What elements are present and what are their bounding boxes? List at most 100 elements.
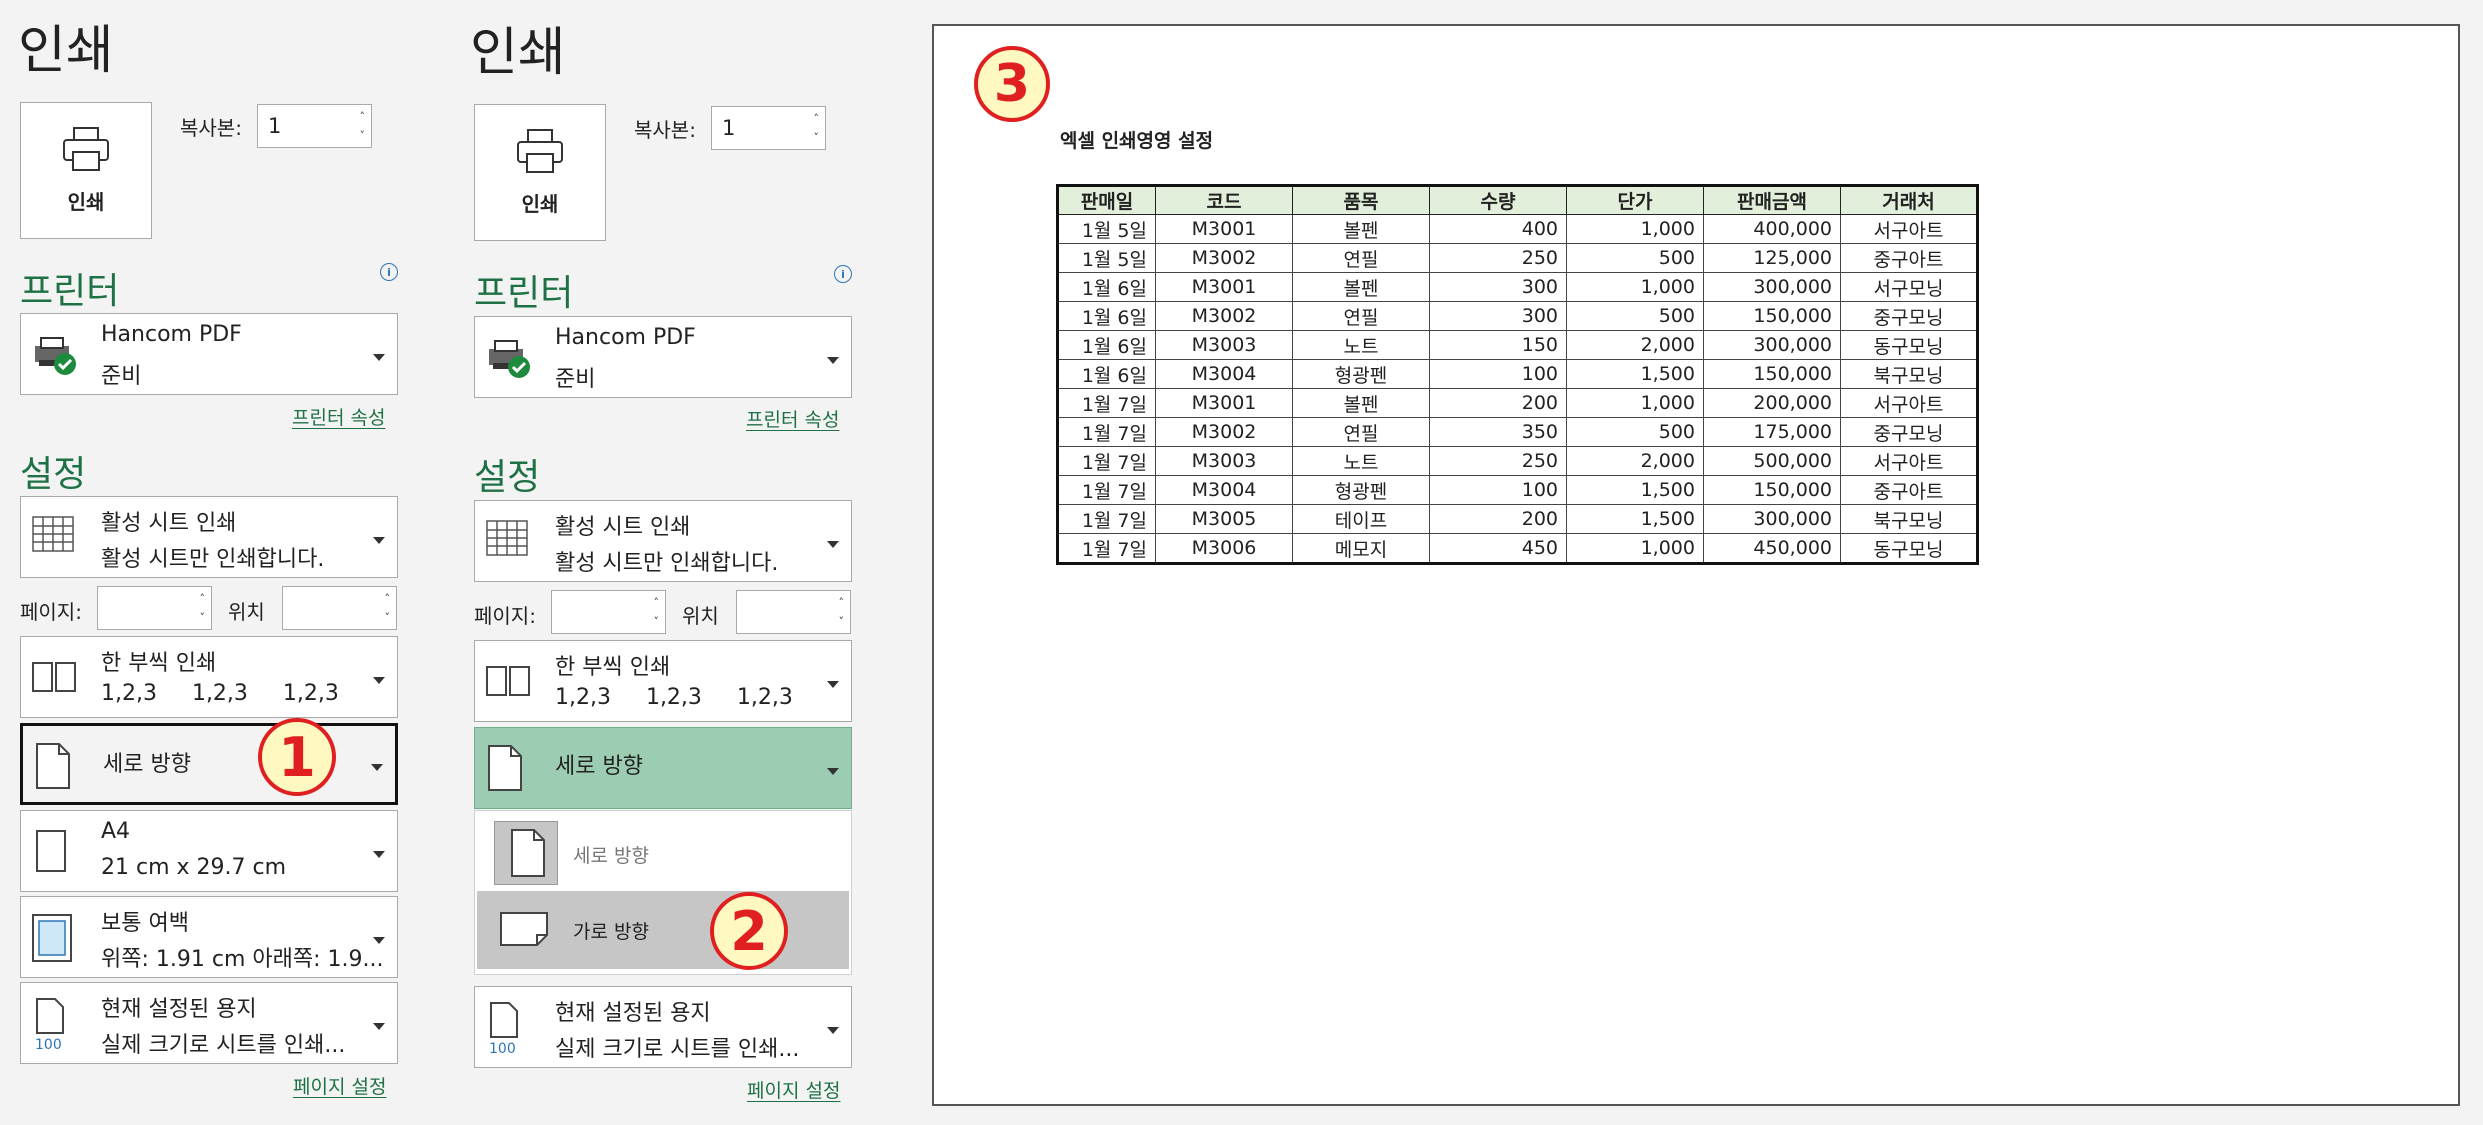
pages-label: 페이지: bbox=[474, 604, 536, 628]
table-row: 1월 7일 M3002 연필 350 500 175,000 중구모닝 bbox=[1057, 417, 1978, 447]
page-title: 인쇄 bbox=[470, 23, 566, 83]
table-cell: 1월 7일 bbox=[1057, 504, 1156, 534]
printer-properties-link[interactable]: 프린터 속성 bbox=[292, 403, 385, 430]
table-cell: 형광펜 bbox=[1292, 359, 1430, 389]
spin-down-icon[interactable]: ˅ bbox=[360, 130, 366, 141]
column-header: 거래처 bbox=[1840, 185, 1978, 215]
pdf-printer-icon bbox=[35, 337, 76, 375]
table-cell: 150,000 bbox=[1703, 359, 1841, 389]
print-what-title: 활성 시트 인쇄 bbox=[101, 511, 237, 536]
table-cell: 1월 6일 bbox=[1057, 330, 1156, 360]
callout-3: 3 bbox=[974, 46, 1050, 122]
menu-item-portrait-label: 세로 방향 bbox=[573, 845, 649, 867]
table-cell: M3001 bbox=[1155, 388, 1293, 418]
printer-dropdown[interactable]: Hancom PDF 준비 bbox=[20, 313, 398, 395]
collate-title: 한 부씩 인쇄 bbox=[101, 651, 217, 676]
margins-dropdown[interactable]: 보통 여백 위쪽: 1.91 cm 아래쪽: 1.9... bbox=[20, 896, 398, 978]
table-cell: 200,000 bbox=[1703, 388, 1841, 418]
collate-icon bbox=[486, 666, 530, 696]
printer-icon bbox=[517, 129, 563, 173]
to-label: 위치 bbox=[228, 600, 265, 624]
print-button[interactable]: 인쇄 bbox=[474, 104, 606, 241]
table-cell: M3004 bbox=[1155, 359, 1293, 389]
table-cell: 1,500 bbox=[1566, 359, 1704, 389]
table-cell: M3001 bbox=[1155, 272, 1293, 302]
table-row: 1월 7일 M3005 테이프 200 1,500 300,000 북구모닝 bbox=[1057, 504, 1978, 534]
spin-up-icon[interactable]: ˄ bbox=[814, 113, 820, 124]
table-cell: 서구아트 bbox=[1840, 214, 1978, 244]
pages-to-spinner[interactable]: ˄ ˅ bbox=[736, 590, 851, 634]
scaling-dropdown[interactable]: 100 현재 설정된 용지 실제 크기로 시트를 인쇄... bbox=[20, 982, 398, 1064]
pages-from-spinner[interactable]: ˄ ˅ bbox=[97, 586, 212, 630]
spin-down-icon[interactable]: ˅ bbox=[200, 612, 206, 623]
printer-status: 준비 bbox=[101, 364, 142, 389]
spin-down-icon[interactable]: ˅ bbox=[385, 612, 391, 623]
printer-dropdown[interactable]: Hancom PDF 준비 bbox=[474, 316, 852, 398]
scaling-dropdown[interactable]: 100 현재 설정된 용지 실제 크기로 시트를 인쇄... bbox=[474, 986, 852, 1068]
pages-to-spinner[interactable]: ˄ ˅ bbox=[282, 586, 397, 630]
table-cell: 150,000 bbox=[1703, 301, 1841, 331]
chevron-down-icon bbox=[373, 354, 385, 361]
table-cell: 100 bbox=[1429, 475, 1567, 505]
table-row: 1월 7일 M3006 메모지 450 1,000 450,000 동구모닝 bbox=[1057, 533, 1978, 564]
info-icon[interactable]: i bbox=[380, 263, 398, 281]
table-row: 1월 5일 M3001 볼펜 400 1,000 400,000 서구아트 bbox=[1057, 214, 1978, 244]
table-row: 1월 7일 M3001 볼펜 200 1,000 200,000 서구아트 bbox=[1057, 388, 1978, 418]
spin-up-icon[interactable]: ˄ bbox=[200, 593, 206, 604]
svg-text:100: 100 bbox=[489, 1041, 516, 1055]
table-cell: 1,000 bbox=[1566, 533, 1704, 564]
spin-up-icon[interactable]: ˄ bbox=[360, 111, 366, 122]
page-setup-link[interactable]: 페이지 설정 bbox=[747, 1076, 840, 1103]
orientation-dropdown[interactable]: 세로 방향 bbox=[20, 723, 398, 805]
info-icon[interactable]: i bbox=[834, 265, 852, 283]
table-cell: 1월 6일 bbox=[1057, 359, 1156, 389]
spin-down-icon[interactable]: ˅ bbox=[654, 616, 660, 627]
print-button[interactable]: 인쇄 bbox=[20, 102, 152, 239]
spin-down-icon[interactable]: ˅ bbox=[839, 616, 845, 627]
printer-section-title: 프린터 bbox=[20, 271, 120, 312]
menu-item-portrait[interactable]: 세로 방향 bbox=[477, 813, 849, 889]
paper-icon bbox=[36, 830, 66, 872]
copies-spinner[interactable]: 1 ˄ ˅ bbox=[257, 104, 372, 148]
menu-item-landscape[interactable]: 가로 방향 bbox=[477, 891, 849, 969]
table-cell: 1월 7일 bbox=[1057, 446, 1156, 476]
table-cell: 1월 6일 bbox=[1057, 301, 1156, 331]
table-header-row: 판매일 코드 품목 수량 단가 판매금액 거래처 bbox=[1057, 185, 1978, 215]
spin-up-icon[interactable]: ˄ bbox=[654, 597, 660, 608]
collate-dropdown[interactable]: 한 부씩 인쇄 1,2,3 1,2,3 1,2,3 bbox=[474, 640, 852, 722]
column-header: 코드 bbox=[1155, 185, 1293, 215]
table-row: 1월 6일 M3001 볼펜 300 1,000 300,000 서구모닝 bbox=[1057, 272, 1978, 302]
paper-size-desc: 21 cm x 29.7 cm bbox=[101, 855, 287, 880]
pages-from-spinner[interactable]: ˄ ˅ bbox=[551, 590, 666, 634]
table-cell: 1월 7일 bbox=[1057, 417, 1156, 447]
print-what-dropdown[interactable]: 활성 시트 인쇄 활성 시트만 인쇄합니다. bbox=[474, 500, 852, 582]
spin-down-icon[interactable]: ˅ bbox=[814, 132, 820, 143]
copies-spinner[interactable]: 1 ˄ ˅ bbox=[711, 106, 826, 150]
print-button-label: 인쇄 bbox=[521, 192, 559, 216]
page-setup-link[interactable]: 페이지 설정 bbox=[293, 1072, 386, 1099]
settings-section-title: 설정 bbox=[20, 454, 87, 495]
table-cell: 동구모닝 bbox=[1840, 330, 1978, 360]
table-cell: 2,000 bbox=[1566, 330, 1704, 360]
table-cell: M3006 bbox=[1155, 533, 1293, 564]
printer-properties-link[interactable]: 프린터 속성 bbox=[746, 405, 839, 432]
column-header: 판매금액 bbox=[1703, 185, 1841, 215]
orientation-menu: 세로 방향 가로 방향 bbox=[474, 810, 852, 975]
portrait-page-icon bbox=[36, 743, 70, 789]
spin-up-icon[interactable]: ˄ bbox=[385, 593, 391, 604]
spin-up-icon[interactable]: ˄ bbox=[839, 597, 845, 608]
print-what-dropdown[interactable]: 활성 시트 인쇄 활성 시트만 인쇄합니다. bbox=[20, 496, 398, 578]
table-cell: 100 bbox=[1429, 359, 1567, 389]
table-cell: 350 bbox=[1429, 417, 1567, 447]
table-cell: 150,000 bbox=[1703, 475, 1841, 505]
scaling-desc: 실제 크기로 시트를 인쇄... bbox=[101, 1033, 346, 1058]
chevron-down-icon bbox=[373, 537, 385, 544]
table-cell: 1월 5일 bbox=[1057, 243, 1156, 273]
collate-dropdown[interactable]: 한 부씩 인쇄 1,2,3 1,2,3 1,2,3 bbox=[20, 636, 398, 718]
table-cell: M3001 bbox=[1155, 214, 1293, 244]
table-cell: 450 bbox=[1429, 533, 1567, 564]
orientation-dropdown-open[interactable]: 세로 방향 bbox=[474, 727, 852, 809]
paper-size-dropdown[interactable]: A4 21 cm x 29.7 cm bbox=[20, 810, 398, 892]
to-label: 위치 bbox=[682, 604, 719, 628]
print-what-desc: 활성 시트만 인쇄합니다. bbox=[101, 547, 325, 572]
